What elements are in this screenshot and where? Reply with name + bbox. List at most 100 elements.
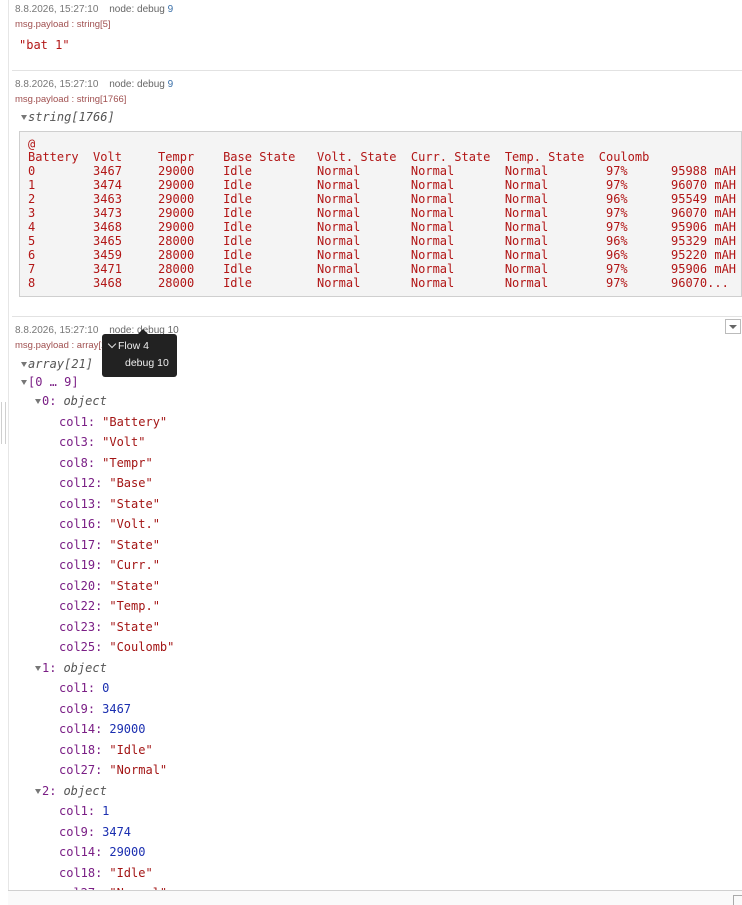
property-value: 1 (102, 804, 110, 818)
array-range-label: [0 … 9] (28, 375, 79, 389)
object-property-row[interactable]: col13: "State" (12, 494, 742, 515)
sidebar-resize-gutter[interactable] (0, 0, 9, 905)
string-type-label: string[1766] (28, 110, 115, 124)
object-property-row[interactable]: col3: "Volt" (12, 432, 742, 453)
object-property-row[interactable]: col20: "State" (12, 576, 742, 597)
status-bar (8, 890, 742, 905)
object-property-row[interactable]: col19: "Curr." (12, 555, 742, 576)
node-link[interactable]: 9 (168, 79, 174, 90)
object-property-row[interactable]: col18: "Idle" (12, 740, 742, 761)
property-value: "Idle" (109, 742, 153, 757)
tooltip-node-name: debug 10 (125, 357, 169, 369)
property-key: col25: (59, 640, 103, 654)
property-key: col9: (59, 824, 96, 839)
expand-triangle-icon[interactable] (21, 380, 27, 385)
property-value: 3467 (102, 701, 132, 716)
chevron-down-icon (729, 325, 737, 329)
message-meta: 8.8.2026, 15:27:10 node: debug 9 (12, 0, 742, 18)
object-property-row[interactable]: col9: 3467 (12, 699, 742, 720)
message-meta: 8.8.2026, 15:27:10 node: debug 9 (12, 75, 742, 93)
property-value: 29000 (109, 845, 146, 859)
object-property-row[interactable]: col14: 29000 (12, 842, 742, 863)
array-item-toggle[interactable]: 1: object (12, 658, 742, 679)
property-key: col1: (59, 414, 96, 429)
expand-triangle-icon[interactable] (35, 399, 41, 404)
object-property-row[interactable]: col16: "Volt." (12, 514, 742, 535)
debug-message: 8.8.2026, 15:27:10 node: debug 9 msg.pay… (12, 71, 742, 317)
object-property-row[interactable]: col17: "State" (12, 535, 742, 556)
property-value: "Base" (109, 476, 153, 490)
property-value: "Battery" (102, 414, 168, 429)
object-property-row[interactable]: col25: "Coulomb" (12, 637, 742, 658)
chevron-down-icon (107, 339, 117, 349)
object-property-row[interactable]: col8: "Tempr" (12, 453, 742, 474)
object-property-row[interactable]: col1: 0 (12, 678, 742, 699)
property-value: "Tempr" (102, 455, 153, 470)
property-value: 0 (102, 681, 110, 695)
property-value: "State" (109, 619, 160, 634)
expand-triangle-icon[interactable] (21, 115, 27, 120)
message-topic: msg.payload : string[5] (15, 19, 111, 30)
property-key: col3: (59, 435, 96, 449)
property-key: col22: (59, 599, 103, 613)
message-timestamp: 8.8.2026, 15:27:10 (15, 4, 99, 15)
payload-string-value[interactable]: "bat 1" (12, 32, 742, 54)
expand-triangle-icon[interactable] (35, 665, 41, 671)
property-key: col16: (59, 517, 103, 531)
array-items: 0: object col1: "Battery" col3: "Volt" col8: "T… (12, 391, 742, 891)
array-item-index: 2: (42, 783, 57, 798)
message-node[interactable]: node: debug 9 (109, 4, 173, 15)
array-item-type: object (63, 783, 107, 798)
property-value: 29000 (109, 722, 146, 736)
property-key: col18: (59, 742, 103, 757)
property-value: "Coulomb" (109, 640, 175, 654)
node-label: node: debug (109, 79, 165, 90)
node-tooltip: Flow 4 debug 10 (102, 329, 177, 377)
object-property-row[interactable]: col1: "Battery" (12, 412, 742, 433)
array-item-toggle[interactable]: 0: object (12, 391, 742, 412)
object-property-row[interactable]: col12: "Base" (12, 473, 742, 494)
debug-message: 8.8.2026, 15:27:10 node: debug 9 msg.pay… (12, 0, 742, 71)
message-node[interactable]: node: debug 9 (109, 79, 173, 90)
array-item-index: 1: (42, 660, 57, 675)
property-key: col27: (59, 763, 103, 777)
object-property-row[interactable]: col27: "Normal" (12, 760, 742, 781)
property-value: "Curr." (109, 558, 160, 572)
message-menu-button[interactable] (725, 319, 741, 334)
message-topic: msg.payload : string[1766] (15, 94, 127, 105)
expand-triangle-icon[interactable] (35, 788, 41, 794)
string-tree-toggle[interactable]: string[1766] (12, 107, 742, 128)
property-key: col14: (59, 722, 103, 736)
array-type-label: array[21] (28, 357, 94, 371)
property-key: col12: (59, 476, 103, 490)
resize-corner-icon[interactable] (733, 895, 742, 905)
object-property-row[interactable]: col9: 3474 (12, 822, 742, 843)
message-timestamp: 8.8.2026, 15:27:10 (15, 325, 99, 336)
expand-triangle-icon[interactable] (21, 362, 27, 367)
property-value: "Temp." (109, 599, 160, 613)
array-item-type: object (63, 660, 107, 675)
message-timestamp: 8.8.2026, 15:27:10 (15, 79, 99, 90)
node-label: node: debug (109, 4, 165, 15)
array-item-toggle[interactable]: 2: object (12, 781, 742, 802)
object-property-row[interactable]: col14: 29000 (12, 719, 742, 740)
object-property-row[interactable]: col22: "Temp." (12, 596, 742, 617)
property-value: "Normal" (109, 763, 168, 777)
resize-grip-icon[interactable] (1, 402, 6, 444)
property-value: "State" (109, 537, 160, 552)
node-link[interactable]: 9 (168, 4, 174, 15)
property-value: "Volt." (109, 517, 160, 531)
string-content-box[interactable]: @ Battery Volt Tempr Base State Volt. St… (19, 130, 742, 298)
object-property-row[interactable]: col23: "State" (12, 617, 742, 638)
property-value: 3474 (102, 824, 132, 839)
debug-messages-panel: 8.8.2026, 15:27:10 node: debug 9 msg.pay… (12, 0, 742, 891)
property-key: col1: (59, 804, 96, 818)
object-property-row[interactable]: col18: "Idle" (12, 863, 742, 884)
object-property-row[interactable]: col1: 1 (12, 801, 742, 822)
array-item-type: object (63, 394, 107, 408)
array-item-index: 0: (42, 394, 57, 408)
property-key: col18: (59, 865, 103, 880)
property-value: "Volt" (102, 435, 146, 449)
property-key: col14: (59, 845, 103, 859)
property-key: col23: (59, 619, 103, 634)
